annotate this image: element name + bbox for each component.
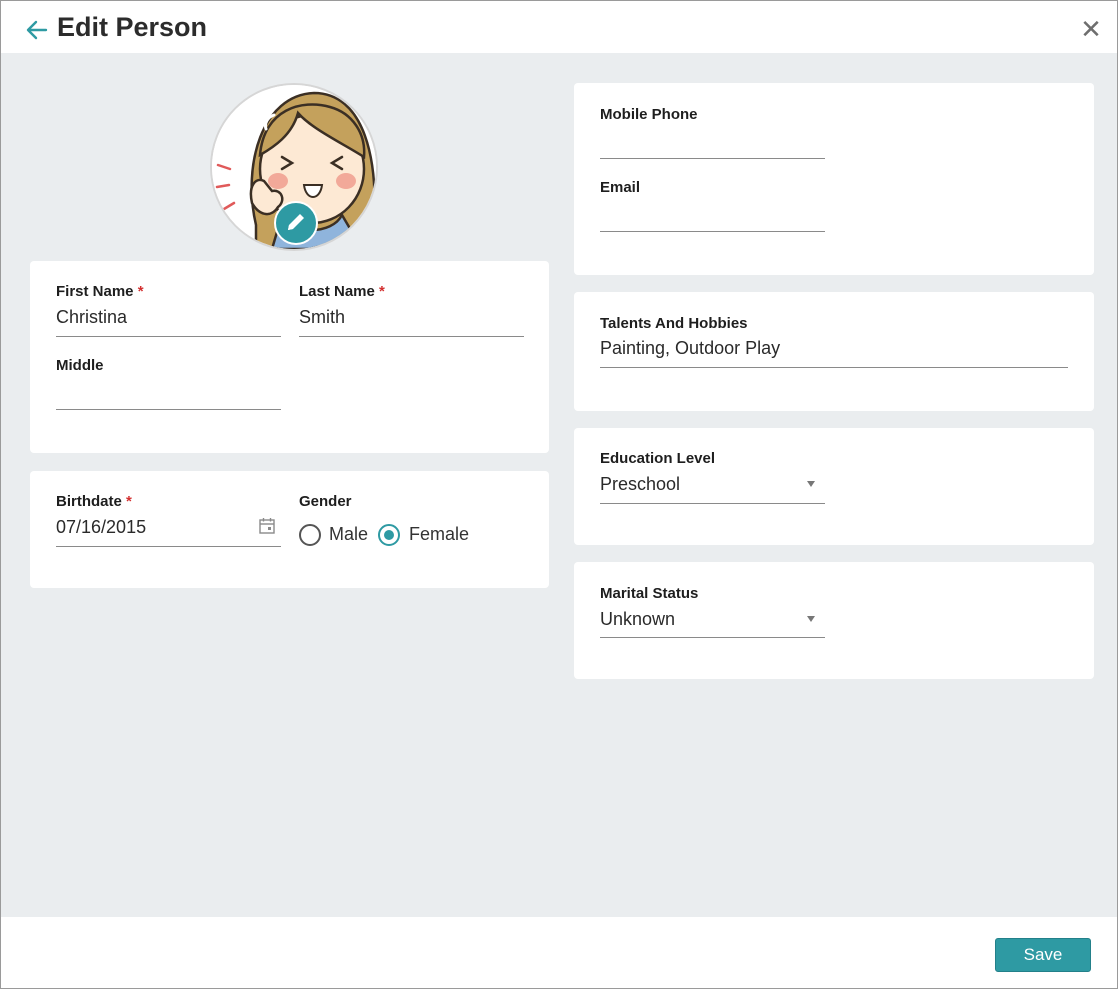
last-name-underline <box>299 336 524 337</box>
talents-label: Talents And Hobbies <box>600 315 748 332</box>
dialog-header: Edit Person ✕ <box>1 1 1117 53</box>
marital-status-label: Marital Status <box>600 585 699 602</box>
edit-person-dialog: Edit Person ✕ First Name * Christina Las… <box>0 0 1118 989</box>
pencil-icon <box>288 214 304 230</box>
dialog-footer: Save <box>1 917 1117 988</box>
gender-option-male[interactable]: Male <box>329 524 368 545</box>
middle-name-underline <box>56 409 281 410</box>
first-name-underline <box>56 336 281 337</box>
talents-input[interactable]: Painting, Outdoor Play <box>600 338 780 359</box>
marital-card: Marital Status Unknown <box>574 562 1094 679</box>
last-name-label: Last Name * <box>299 283 385 300</box>
avatar-section <box>210 83 378 251</box>
mobile-phone-input[interactable] <box>600 130 825 156</box>
calendar-icon[interactable] <box>258 517 276 535</box>
birthdate-input[interactable]: 07/16/2015 <box>56 517 146 538</box>
birthdate-label: Birthdate * <box>56 493 132 510</box>
mobile-phone-label: Mobile Phone <box>600 106 698 123</box>
page-title: Edit Person <box>57 12 208 42</box>
save-button[interactable]: Save <box>995 938 1091 972</box>
first-name-label: First Name * <box>56 283 144 300</box>
education-level-label: Education Level <box>600 450 716 467</box>
marital-status-select[interactable]: Unknown <box>600 609 675 630</box>
close-icon[interactable]: ✕ <box>1077 15 1105 43</box>
back-arrow-icon[interactable] <box>23 16 51 44</box>
education-card: Education Level Preschool <box>574 428 1094 545</box>
name-card: First Name * Christina Last Name * Smith… <box>30 261 549 453</box>
gender-option-female[interactable]: Female <box>409 524 469 545</box>
education-dropdown-arrow-icon[interactable] <box>807 481 815 487</box>
email-underline <box>600 231 825 232</box>
middle-name-label: Middle <box>56 357 104 374</box>
birthdate-underline <box>56 546 281 547</box>
last-name-input[interactable]: Smith <box>299 307 345 328</box>
birth-card: Birthdate * 07/16/2015 Gender Male Femal… <box>30 471 549 588</box>
email-input[interactable] <box>600 203 825 229</box>
marital-dropdown-arrow-icon[interactable] <box>807 616 815 622</box>
gender-radio-female[interactable] <box>378 524 400 546</box>
education-underline <box>600 503 825 504</box>
contact-card: Mobile Phone Email <box>574 83 1094 275</box>
talents-card: Talents And Hobbies Painting, Outdoor Pl… <box>574 292 1094 411</box>
mobile-phone-underline <box>600 158 825 159</box>
gender-radio-male[interactable] <box>299 524 321 546</box>
first-name-input[interactable]: Christina <box>56 307 127 328</box>
education-level-select[interactable]: Preschool <box>600 474 680 495</box>
middle-name-input[interactable] <box>56 381 281 407</box>
edit-avatar-button[interactable] <box>274 201 318 245</box>
marital-underline <box>600 637 825 638</box>
email-label: Email <box>600 179 641 196</box>
talents-underline <box>600 367 1068 368</box>
gender-label: Gender <box>299 493 352 510</box>
